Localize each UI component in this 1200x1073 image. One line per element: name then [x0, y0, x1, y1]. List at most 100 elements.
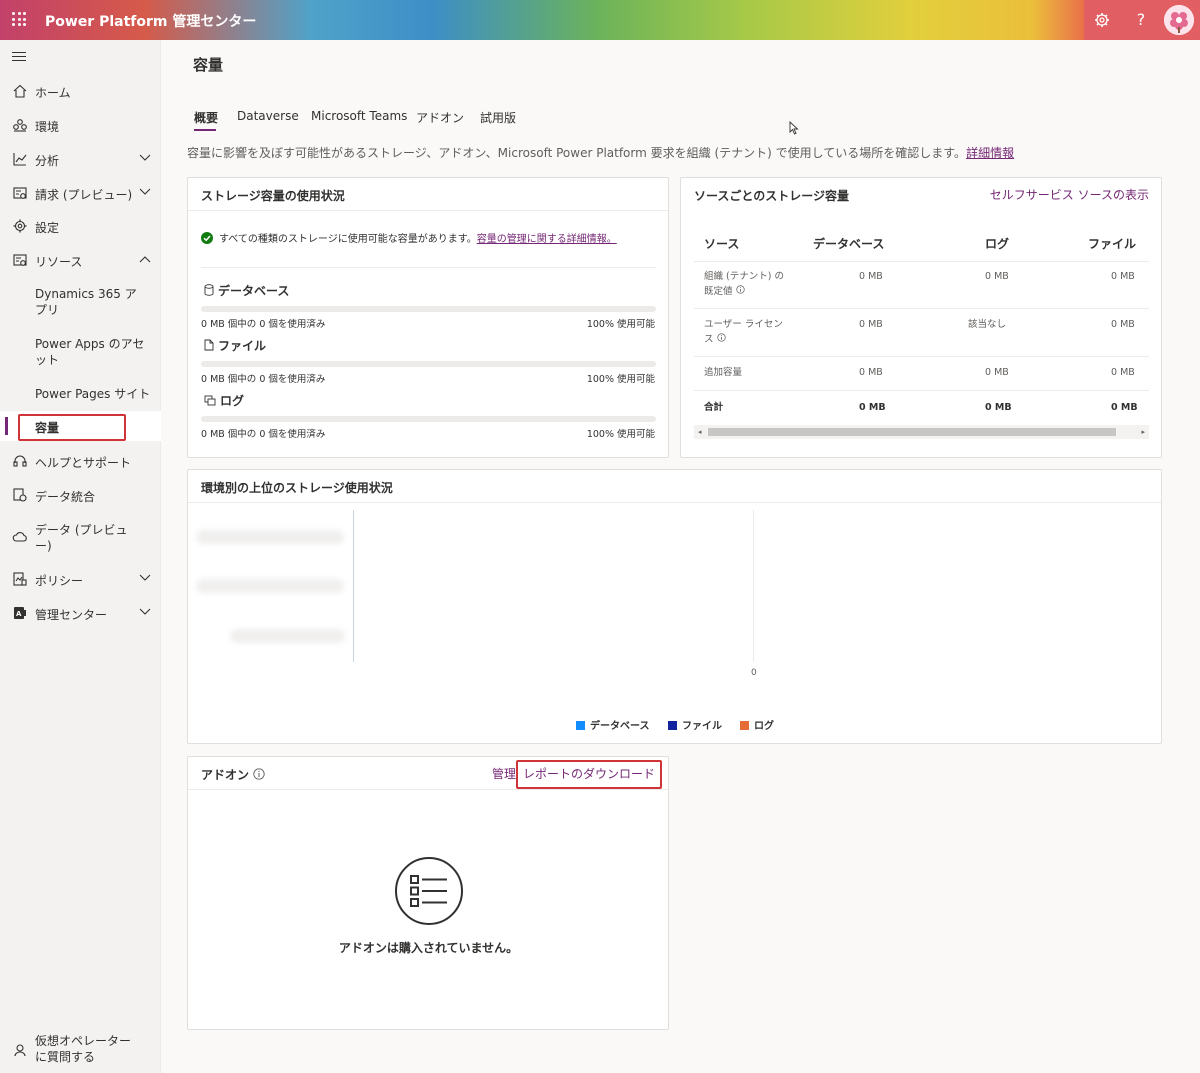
virtual-agent-button[interactable]: 仮想オペレーターに質問する — [0, 1032, 161, 1068]
table-cell-source: ユーザー ライセンス — [704, 319, 783, 345]
column-header-database[interactable]: データベース — [813, 235, 884, 252]
nav-item-resources[interactable]: リソース — [0, 245, 161, 275]
available-text: 100% 使用可能 — [586, 319, 655, 330]
storage-section-log: ログ — [204, 392, 244, 409]
virtual-agent-icon — [14, 1044, 26, 1057]
nav-item-label: データ統合 — [35, 490, 96, 504]
billing-icon — [13, 187, 27, 199]
info-icon[interactable] — [716, 333, 726, 342]
app-launcher-icon[interactable] — [12, 12, 26, 26]
chart-gridline — [753, 510, 754, 662]
blurred-environment-label — [196, 579, 344, 593]
database-icon — [204, 284, 214, 296]
card-title: ソースごとのストレージ容量 — [694, 189, 850, 203]
storage-section-file: ファイル — [204, 337, 266, 354]
hamburger-menu-icon[interactable] — [12, 52, 26, 62]
column-header-file[interactable]: ファイル — [1088, 235, 1136, 252]
storage-status: すべての種類のストレージに使用可能な容量があります。容量の管理に関する詳細情報。 — [201, 230, 617, 245]
nav-item-label: 管理センター — [35, 608, 108, 622]
table-cell-file: 0 MB — [1111, 271, 1135, 282]
nav-item-home[interactable]: ホーム — [0, 76, 161, 106]
user-avatar[interactable] — [1164, 5, 1194, 35]
nav-item-label: 分析 — [35, 154, 60, 168]
admin-center-icon: A — [14, 607, 26, 619]
app-title[interactable]: Power Platform 管理センター — [45, 11, 256, 31]
info-icon[interactable] — [253, 768, 265, 780]
mouse-cursor-icon — [789, 121, 799, 135]
svg-text:A: A — [16, 610, 22, 618]
nav-item-environments[interactable]: 環境 — [0, 110, 161, 140]
tab-trial[interactable]: 試用版 — [480, 109, 516, 126]
nav-subitem-power-apps-assets[interactable]: Power Apps のアセット — [35, 336, 145, 368]
help-question-icon[interactable]: ? — [1130, 9, 1152, 31]
table-cell-source: 組織 (テナント) の既定値 — [704, 271, 784, 297]
nav-item-data-integration[interactable]: データ統合 — [0, 480, 161, 510]
learn-more-link[interactable]: 詳細情報 — [966, 146, 1014, 160]
tab-active-indicator — [194, 129, 216, 131]
nav-item-help-support[interactable]: ヘルプとサポート — [0, 446, 161, 476]
table-cell-file: 0 MB — [1111, 319, 1135, 330]
success-checkmark-icon — [201, 232, 213, 244]
nav-item-settings[interactable]: 設定 — [0, 211, 161, 241]
scrollbar-thumb[interactable] — [708, 428, 1116, 436]
info-icon[interactable] — [735, 285, 745, 294]
tab-addons[interactable]: アドオン — [416, 109, 464, 126]
nav-item-billing[interactable]: 請求 (プレビュー) — [0, 178, 161, 208]
axis-tick-zero: 0 — [751, 668, 757, 678]
view-self-service-sources-link[interactable]: セルフサービス ソースの表示 — [990, 186, 1149, 203]
chart-axis-line — [353, 510, 354, 662]
nav-item-policies[interactable]: ポリシー — [0, 564, 161, 594]
chevron-down-icon[interactable] — [139, 188, 151, 196]
nav-subitem-dynamics365-apps[interactable]: Dynamics 365 アプリ — [35, 286, 145, 318]
nav-item-label: 請求 (プレビュー) — [35, 188, 133, 202]
tab-overview[interactable]: 概要 — [194, 109, 218, 126]
legend-swatch — [576, 721, 585, 730]
chevron-down-icon[interactable] — [139, 154, 151, 162]
chevron-down-icon[interactable] — [139, 608, 151, 616]
table-cell-log: 0 MB — [985, 271, 1009, 282]
nav-item-label: データ (プレビュー) — [35, 523, 128, 553]
manage-link[interactable]: 管理 — [492, 765, 516, 782]
card-title: ストレージ容量の使用状況 — [201, 189, 345, 203]
available-text: 100% 使用可能 — [586, 374, 655, 385]
table-cell-log: 該当なし — [968, 319, 1007, 330]
column-header-log[interactable]: ログ — [985, 235, 1009, 252]
legend-item-file[interactable]: ファイル — [668, 717, 722, 732]
capacity-management-link[interactable]: 容量の管理に関する詳細情報。 — [477, 234, 617, 245]
usage-text: 0 MB 個中の 0 個を使用済み — [201, 429, 326, 440]
nav-item-admin-centers[interactable]: A 管理センター — [0, 598, 161, 628]
scroll-right-arrow-icon[interactable]: ▸ — [1141, 428, 1145, 436]
chevron-up-icon[interactable] — [139, 255, 151, 263]
column-header-source[interactable]: ソース — [704, 235, 739, 252]
empty-state-message: アドオンは購入されていません。 — [338, 941, 519, 955]
tab-dataverse[interactable]: Dataverse — [237, 109, 299, 123]
storage-section-database: データベース — [204, 282, 289, 299]
chevron-down-icon[interactable] — [139, 574, 151, 582]
nav-item-label: 環境 — [35, 120, 60, 134]
tab-microsoft-teams[interactable]: Microsoft Teams — [311, 109, 407, 123]
file-usage-bar — [201, 361, 656, 367]
cloud-data-icon — [12, 532, 27, 542]
table-cell-log: 0 MB — [985, 402, 1012, 413]
settings-gear-icon[interactable] — [1091, 9, 1113, 31]
table-cell-file: 0 MB — [1111, 402, 1138, 413]
policies-icon — [13, 572, 27, 586]
headset-icon — [13, 455, 27, 467]
highlight-box — [18, 414, 126, 441]
data-integration-icon — [13, 488, 27, 502]
nav-item-label: ポリシー — [35, 574, 84, 588]
legend-item-database[interactable]: データベース — [576, 717, 650, 732]
legend-item-log[interactable]: ログ — [740, 717, 774, 732]
storage-by-source-card: ソースごとのストレージ容量 セルフサービス ソースの表示 ソース データベース … — [680, 177, 1162, 458]
scroll-left-arrow-icon[interactable]: ◂ — [698, 428, 702, 436]
addons-card: アドオン 管理 レポートのダウンロード アドオンは購入されていません。 — [187, 756, 669, 1030]
log-icon — [204, 395, 216, 406]
file-icon — [204, 339, 214, 351]
highlight-box — [516, 760, 662, 789]
environment-storage-card: 環境別の上位のストレージ使用状況 0 データベース ファイル ログ — [187, 469, 1162, 744]
nav-item-analytics[interactable]: 分析 — [0, 144, 161, 174]
nav-item-data-preview[interactable]: データ (プレビュー) — [0, 514, 161, 560]
table-cell-database: 0 MB — [859, 319, 883, 330]
horizontal-scrollbar[interactable]: ◂ ▸ — [694, 425, 1149, 439]
nav-subitem-power-pages-sites[interactable]: Power Pages サイト — [35, 386, 155, 402]
